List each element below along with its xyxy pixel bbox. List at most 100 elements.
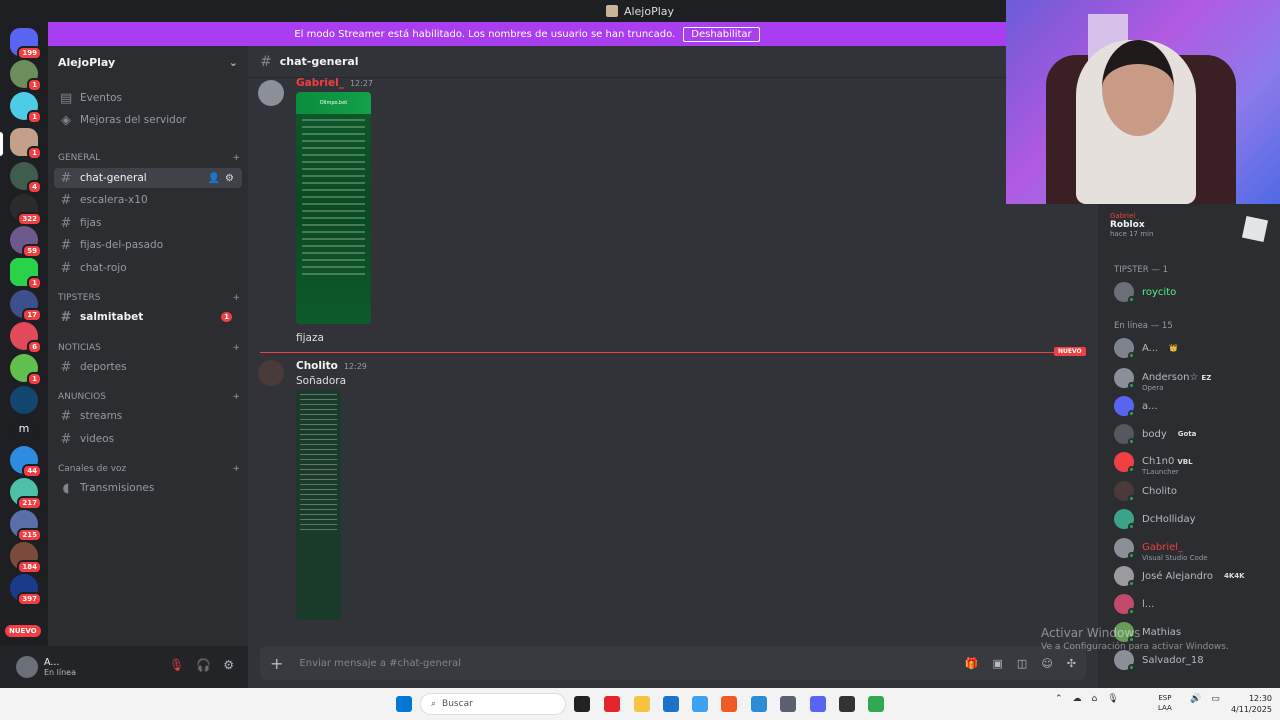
windows-start-icon[interactable]	[396, 696, 412, 712]
calculator-icon[interactable]	[780, 696, 796, 712]
add-channel-icon[interactable]: +	[232, 392, 240, 402]
server-icon[interactable]: 59	[10, 226, 42, 258]
channel-videos[interactable]: # videos	[54, 429, 242, 449]
mic-icon[interactable]: 🎙	[1107, 694, 1118, 704]
member-item[interactable]: DcHolliday	[1114, 507, 1274, 531]
server-icon[interactable]: 1	[10, 354, 42, 386]
search-box[interactable]: ⌕ Buscar	[420, 693, 566, 715]
server-icon[interactable]: 397	[10, 574, 42, 606]
category-anuncios[interactable]: ANUNCIOS +	[58, 392, 240, 402]
member-item[interactable]: l...	[1114, 592, 1274, 616]
category-tipsters[interactable]: TIPSTERS +	[58, 293, 240, 303]
member-item[interactable]: A... 👑	[1114, 336, 1274, 360]
server-icon[interactable]: 322	[10, 194, 42, 226]
app-icon[interactable]	[751, 696, 767, 712]
message-composer[interactable]: + Enviar mensaje a #chat-general 🎁 ▣ ◫ ☺…	[260, 646, 1086, 680]
server-icon[interactable]: 17	[10, 290, 42, 322]
sidebar-item-boosts[interactable]: ◈ Mejoras del servidor	[54, 110, 242, 130]
member-item[interactable]: Gabriel_ Visual Studio Code	[1114, 536, 1274, 562]
category-noticias[interactable]: NOTICIAS +	[58, 343, 240, 353]
server-icon[interactable]: 6	[10, 322, 42, 354]
add-channel-icon[interactable]: +	[232, 293, 240, 303]
member-item[interactable]: Anderson☆ EZ Opera	[1114, 366, 1274, 392]
battery-icon[interactable]: ▭	[1211, 694, 1220, 704]
task-view-icon[interactable]	[574, 696, 590, 712]
unread-badge: 59	[22, 244, 42, 258]
server-icon[interactable]: 1	[10, 258, 42, 290]
sidebar-item-eventos[interactable]: ▤ Eventos	[54, 88, 242, 108]
volume-icon[interactable]: 🔊	[1190, 694, 1201, 704]
app-icon[interactable]	[868, 696, 884, 712]
server-icon[interactable]: 44	[10, 446, 42, 478]
add-channel-icon[interactable]: +	[232, 464, 240, 474]
voice-channel-transmisiones[interactable]: ◖ Transmisiones	[54, 478, 242, 498]
message-image[interactable]	[296, 390, 341, 620]
member-item[interactable]: roycito	[1114, 280, 1274, 304]
member-item[interactable]: a...	[1114, 394, 1274, 418]
direct-messages-button[interactable]: 199	[10, 28, 42, 60]
add-attachment-icon[interactable]: +	[270, 654, 283, 673]
server-icon[interactable]: 217	[10, 478, 42, 510]
deafen-icon[interactable]: 🎧	[196, 658, 211, 672]
gif-icon[interactable]: ▣	[993, 657, 1003, 670]
channel-fijas-del-pasado[interactable]: # fijas-del-pasado	[54, 235, 242, 255]
message-author[interactable]: Cholito 12:29	[296, 360, 367, 372]
file-explorer-icon[interactable]	[634, 696, 650, 712]
disable-streamer-button[interactable]: Deshabilitar	[683, 26, 760, 42]
gift-icon[interactable]: 🎁	[965, 657, 979, 670]
category-voz[interactable]: Canales de voz +	[58, 464, 240, 474]
gear-icon[interactable]: ⚙	[223, 658, 234, 672]
activity-card[interactable]: Gabriel_ Roblox hace 17 min	[1110, 212, 1270, 252]
gear-icon[interactable]: ⚙	[225, 173, 234, 184]
language-indicator[interactable]: ESP LAA	[1158, 693, 1172, 713]
brave-icon[interactable]	[721, 696, 737, 712]
avatar[interactable]	[16, 656, 38, 678]
invite-icon[interactable]: 👤	[208, 173, 220, 184]
mic-muted-icon[interactable]: 🎙	[169, 658, 184, 672]
channel-salmitabet[interactable]: # salmitabet 1	[54, 307, 242, 327]
server-icon[interactable]: 1	[10, 60, 42, 92]
category-general[interactable]: GENERAL +	[58, 153, 240, 163]
member-item[interactable]: Ch1n0 VBL TLauncher	[1114, 450, 1274, 476]
app-icon[interactable]	[604, 696, 620, 712]
user-info[interactable]: A... En línea	[44, 657, 76, 677]
emoji-icon[interactable]: ☺	[1041, 657, 1052, 670]
message-author[interactable]: Gabriel_ 12:27	[296, 77, 373, 89]
channel-chat-general[interactable]: # chat-general 👤 ⚙	[54, 168, 242, 188]
obs-icon[interactable]	[839, 696, 855, 712]
network-icon[interactable]: ⌂	[1092, 694, 1098, 704]
server-header[interactable]: AlejoPlay ⌄	[48, 46, 248, 78]
member-item[interactable]: body Gota	[1114, 422, 1274, 446]
server-icon[interactable]: 4	[10, 162, 42, 194]
channel-streams[interactable]: # streams	[54, 406, 242, 426]
discord-icon[interactable]	[810, 696, 826, 712]
add-channel-icon[interactable]: +	[232, 343, 240, 353]
channel-escalera-x10[interactable]: # escalera-x10	[54, 190, 242, 210]
channel-deportes[interactable]: # deportes	[54, 357, 242, 377]
server-icon[interactable]: 1	[10, 92, 42, 124]
new-servers-tag[interactable]: NUEVO	[5, 625, 41, 637]
chevron-up-icon[interactable]: ⌃	[1055, 694, 1063, 704]
clock[interactable]: 12:30 4/11/2025	[1226, 693, 1272, 715]
message-input[interactable]: Enviar mensaje a #chat-general	[299, 658, 461, 669]
message-image[interactable]: Olimpo.bet	[296, 92, 371, 324]
server-icon[interactable]: 184	[10, 542, 42, 574]
server-icon[interactable]: 215	[10, 510, 42, 542]
edge-icon[interactable]	[692, 696, 708, 712]
add-channel-icon[interactable]: +	[232, 153, 240, 163]
discord-window: AlejoPlay 199 1 1 1 4 322 59 1 17 6 1 m …	[0, 0, 1280, 720]
apps-icon[interactable]: ✣	[1067, 657, 1076, 670]
server-icon-alejoplay[interactable]: 1	[10, 128, 42, 160]
server-icon-letter[interactable]: m	[10, 416, 38, 444]
channel-fijas[interactable]: # fijas	[54, 213, 242, 233]
member-item[interactable]: Cholito	[1114, 479, 1274, 503]
avatar[interactable]	[258, 360, 284, 386]
server-icon[interactable]	[10, 386, 38, 414]
sticker-icon[interactable]: ◫	[1017, 657, 1027, 670]
member-item[interactable]: José Alejandro 4K4K	[1114, 564, 1274, 588]
avatar[interactable]	[258, 80, 284, 106]
store-icon[interactable]	[663, 696, 679, 712]
member-name: Cholito	[1142, 485, 1178, 497]
onedrive-icon[interactable]: ☁	[1073, 694, 1082, 704]
channel-chat-rojo[interactable]: # chat-rojo	[54, 258, 242, 278]
